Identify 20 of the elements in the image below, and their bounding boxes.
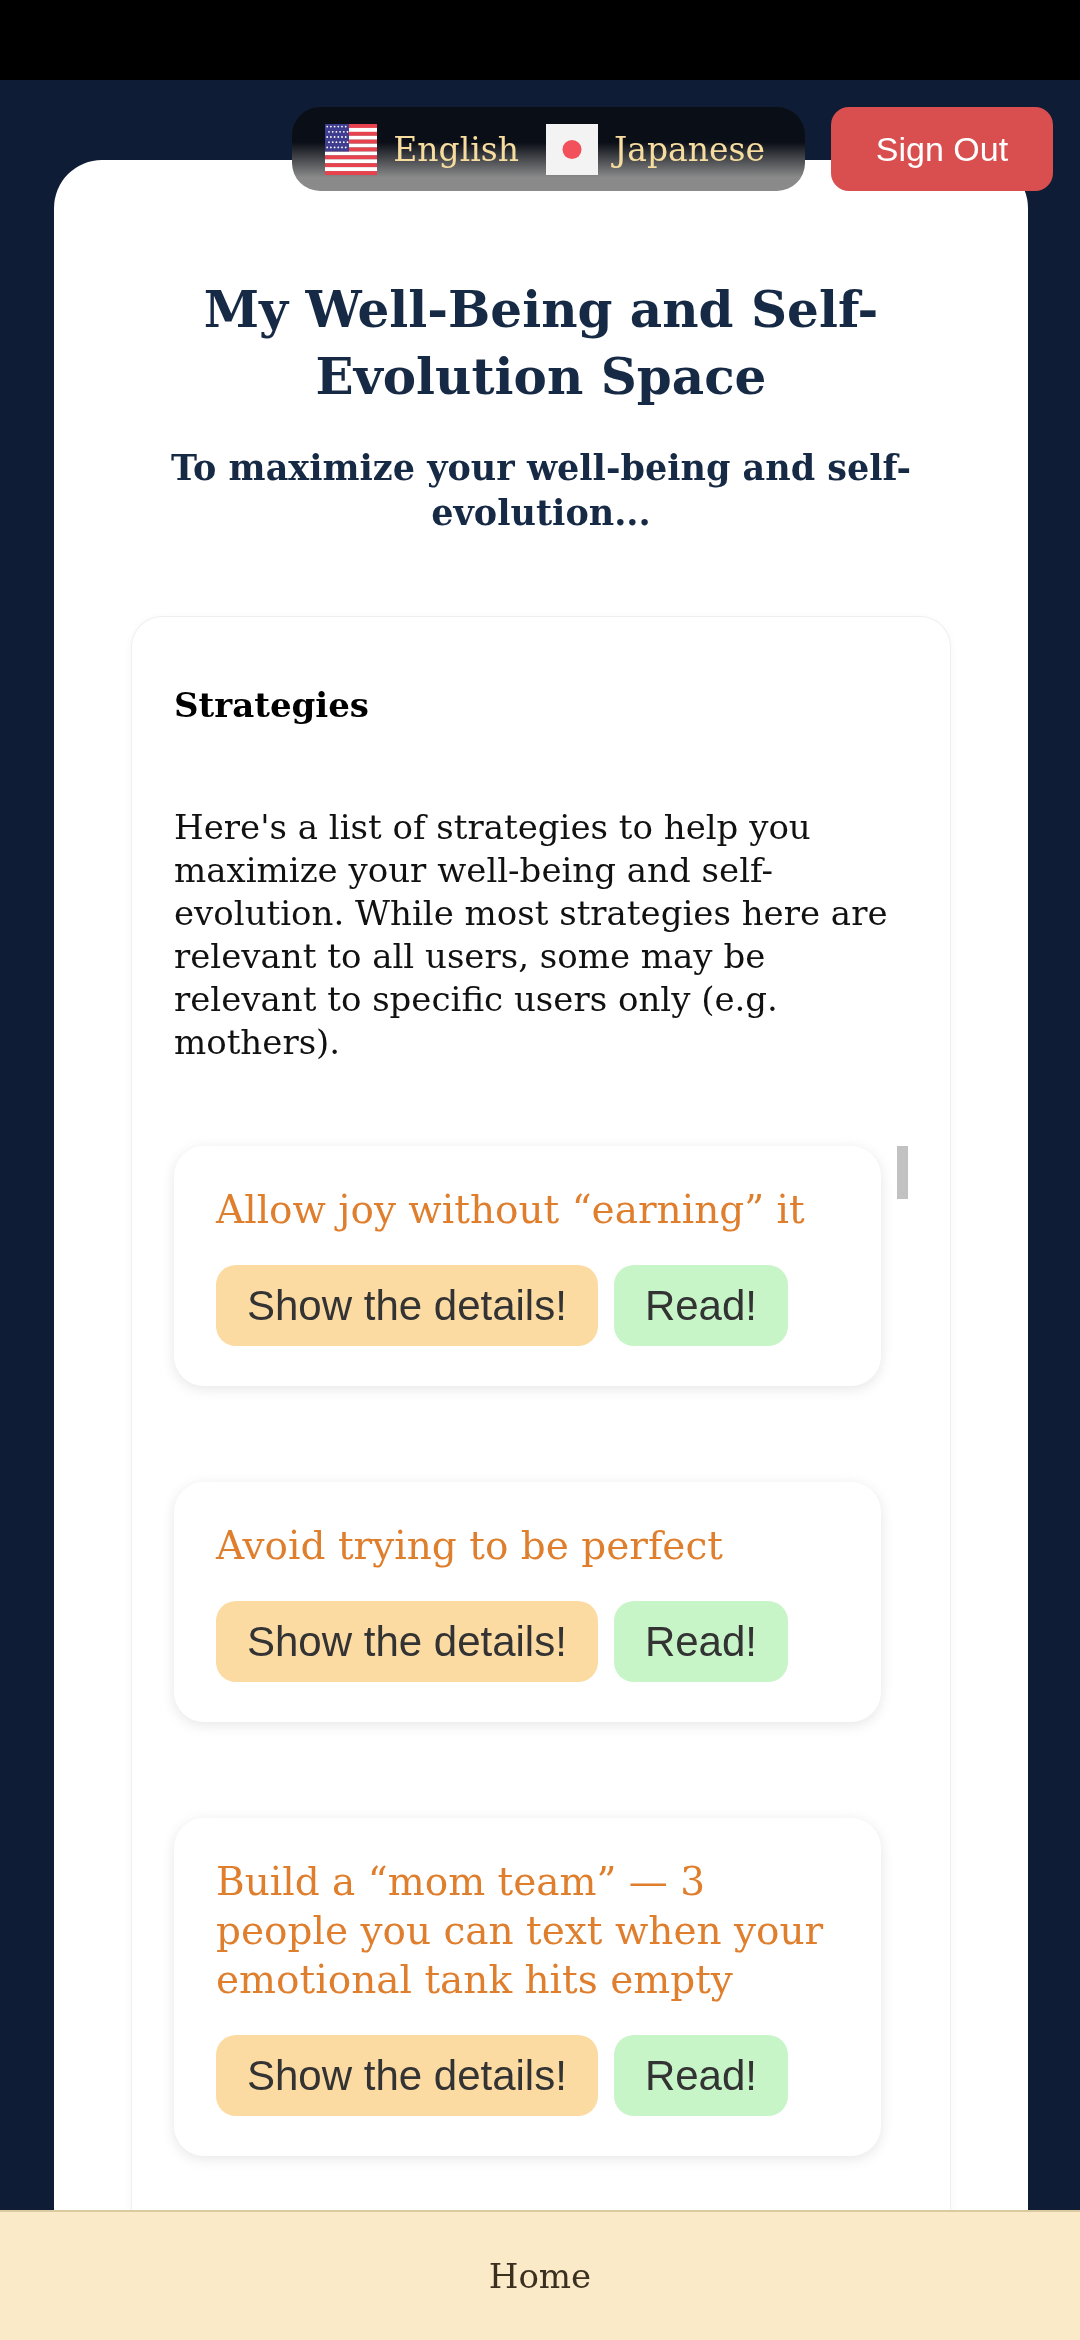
section-heading: Strategies [174,684,370,727]
scrollbar-thumb[interactable] [897,1146,908,1199]
page-subtitle: To maximize your well-being and self-evolution... [170,446,912,535]
language-option[interactable]: Japanese [546,123,765,175]
read-button[interactable]: Read! [613,2035,788,2116]
us-flag-icon [325,123,378,175]
japan-flag-icon [546,123,599,175]
language-option[interactable]: English [325,123,520,175]
description-text: Here's a list of strategies to help you maximize your well-being and self-evolution. While most strategies here are relevant to all users, some may be relevant to specific users only (e.g. mothers). [174,806,889,1064]
details-button[interactable]: Show the details! [216,1265,598,1346]
strategy-title: Build a “mom team” — 3 people you can text when your emotional tank hits empty [216,1858,825,2004]
details-button[interactable]: Show the details! [216,1601,598,1682]
home-link[interactable]: Home [488,2256,592,2296]
page-title: My Well-Being and Self-Evolution Space [202,279,880,408]
details-button[interactable]: Show the details! [216,2035,598,2116]
strategy-title: Allow joy without “earning” it [216,1186,806,1234]
sign-out-button[interactable]: Sign Out [831,107,1053,191]
read-button[interactable]: Read! [613,1601,788,1682]
strategy-title: Avoid trying to be perfect [216,1522,724,1570]
read-button[interactable]: Read! [613,1265,788,1346]
